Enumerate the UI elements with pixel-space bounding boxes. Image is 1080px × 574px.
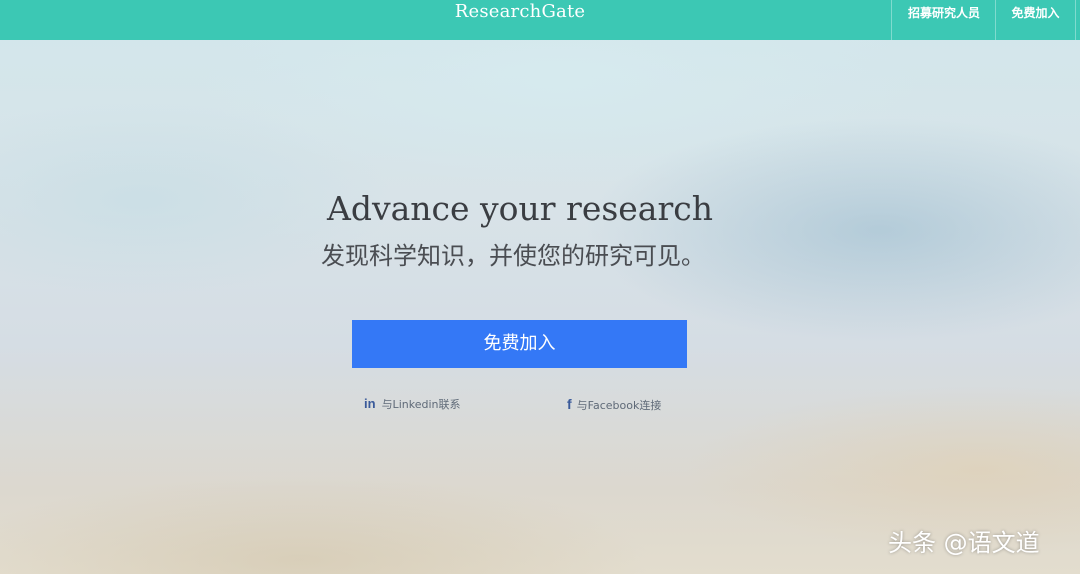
facebook-connect-label: 与Facebook连接	[576, 399, 662, 412]
top-navigation-bar: ResearchGate 招募研究人员 免费加入	[0, 0, 1080, 40]
facebook-icon: f	[567, 396, 572, 412]
linkedin-connect-link[interactable]: in 与Linkedin联系	[364, 394, 460, 414]
linkedin-connect-label: 与Linkedin联系	[381, 398, 461, 411]
linkedin-icon: in	[364, 396, 376, 411]
hero-headline: Advance your research	[326, 189, 713, 228]
hero-subheadline: 发现科学知识，并使您的研究可见。	[321, 242, 705, 270]
researchgate-logo[interactable]: ResearchGate	[0, 0, 1040, 24]
nav-recruit-researchers-link[interactable]: 招募研究人员	[891, 0, 996, 40]
watermark-text: 头条 @语文道	[888, 529, 1040, 557]
nav-join-free-link[interactable]: 免费加入	[995, 0, 1076, 40]
facebook-connect-link[interactable]: f 与Facebook连接	[567, 394, 661, 414]
join-free-button[interactable]: 免费加入	[352, 320, 687, 368]
